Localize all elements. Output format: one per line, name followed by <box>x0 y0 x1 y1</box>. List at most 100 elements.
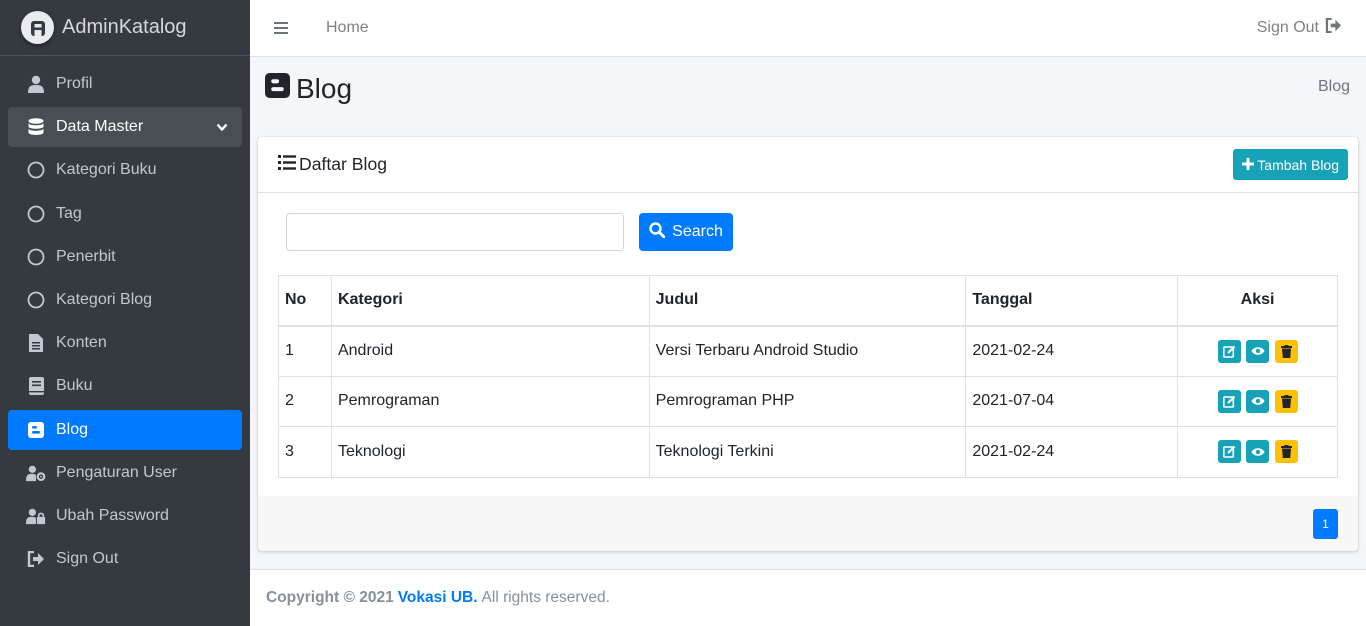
user-lock-icon <box>26 506 46 526</box>
footer-link[interactable]: Vokasi UB. <box>398 589 478 607</box>
database-icon <box>26 117 46 137</box>
edit-icon <box>1222 395 1235 408</box>
delete-button[interactable] <box>1274 389 1298 413</box>
sidebar-item-label: Ubah Password <box>56 506 169 524</box>
nav-link-home[interactable]: Home <box>326 19 369 37</box>
card-header: Daftar Blog Tambah Blog <box>258 137 1358 193</box>
cell-judul: Pemrograman PHP <box>648 375 967 427</box>
cell-kategori: Android <box>330 325 650 377</box>
delete-button[interactable] <box>1274 339 1298 363</box>
sidebar-item-data-master[interactable]: Data Master <box>8 107 242 148</box>
search-input[interactable] <box>286 213 624 251</box>
breadcrumb: Blog <box>1317 78 1350 95</box>
sidebar-item-buku[interactable]: Buku <box>8 366 242 406</box>
edit-button[interactable] <box>1217 389 1241 413</box>
list-icon <box>278 154 299 175</box>
cell-judul: Teknologi Terkini <box>648 426 967 478</box>
card-title-text: Daftar Blog <box>299 154 388 174</box>
brand-link[interactable]: AdminKatalog <box>0 0 250 56</box>
plus-icon <box>1242 157 1257 173</box>
sidebar-item-label: Penerbit <box>56 247 116 265</box>
column-header-judul: Judul <box>648 275 967 327</box>
eye-icon <box>1251 347 1265 355</box>
cell-no: 3 <box>278 426 332 478</box>
sidebar-item-tag[interactable]: Tag <box>8 194 242 234</box>
column-header-aksi: Aksi <box>1177 275 1338 327</box>
sidebar-item-kategori-blog[interactable]: Kategori Blog <box>8 280 242 320</box>
search-icon <box>649 221 672 243</box>
blog-table: No Kategori Judul Tanggal Aksi 1 Android… <box>278 275 1338 478</box>
sidebar-item-kategori-buku[interactable]: Kategori Buku <box>8 150 242 190</box>
sidebar-item-label: Buku <box>56 377 93 395</box>
column-header-no: No <box>278 275 332 327</box>
cell-actions <box>1177 426 1338 478</box>
edit-icon <box>1222 345 1235 358</box>
search-label: Search <box>672 223 723 240</box>
trash-icon <box>1280 344 1292 358</box>
table-header-row: No Kategori Judul Tanggal Aksi <box>278 275 1338 327</box>
circle-icon <box>26 247 46 267</box>
sidebar-item-penerbit[interactable]: Penerbit <box>8 237 242 277</box>
eye-icon <box>1251 397 1265 405</box>
rights-text: All rights reserved. <box>481 589 610 606</box>
sign-out-link[interactable]: Sign Out <box>1257 17 1342 38</box>
sidebar-item-label: Kategori Blog <box>56 290 153 308</box>
blog-list-card: Daftar Blog Tambah Blog Search No Katego… <box>258 137 1358 551</box>
cell-kategori: Teknologi <box>330 426 650 478</box>
search-button[interactable]: Search <box>639 213 733 251</box>
table-row: 3 Teknologi Teknologi Terkini 2021-02-24 <box>278 426 1338 478</box>
cell-actions <box>1177 375 1338 427</box>
add-blog-button[interactable]: Tambah Blog <box>1233 149 1348 180</box>
user-cog-icon <box>26 463 46 483</box>
chevron-down-icon <box>216 119 228 137</box>
sign-out-icon <box>26 549 46 569</box>
sidebar: AdminKatalog Profil Data Master Kategori… <box>0 0 250 626</box>
cell-kategori: Pemrograman <box>330 375 650 427</box>
cell-tanggal: 2021-02-24 <box>965 325 1179 377</box>
sidebar-item-sign-out[interactable]: Sign Out <box>8 539 242 579</box>
cell-tanggal: 2021-07-04 <box>965 375 1179 427</box>
edit-button[interactable] <box>1217 440 1241 464</box>
edit-button[interactable] <box>1217 339 1241 363</box>
card-title: Daftar Blog <box>278 154 387 175</box>
view-button[interactable] <box>1246 339 1270 363</box>
sidebar-item-blog[interactable]: Blog <box>8 409 242 450</box>
user-icon <box>26 74 46 94</box>
top-navbar: Home Sign Out <box>250 0 1366 57</box>
circle-icon <box>26 204 46 224</box>
page-title: Blog <box>265 73 352 105</box>
cell-tanggal: 2021-02-24 <box>965 426 1179 478</box>
add-blog-label: Tambah Blog <box>1257 156 1339 173</box>
edit-icon <box>1222 445 1235 459</box>
sidebar-item-label: Data Master <box>56 118 144 136</box>
sidebar-item-pengaturan-user[interactable]: Pengaturan User <box>8 453 242 493</box>
sidebar-item-konten[interactable]: Konten <box>8 323 242 363</box>
pagination-page-1[interactable]: 1 <box>1313 509 1338 539</box>
cell-no: 1 <box>278 325 332 377</box>
sidebar-item-label: Tag <box>56 204 82 222</box>
view-button[interactable] <box>1246 389 1270 413</box>
card-footer: 1 <box>258 496 1358 551</box>
column-header-tanggal: Tanggal <box>965 275 1179 327</box>
view-button[interactable] <box>1246 440 1270 464</box>
sidebar-item-label: Kategori Buku <box>56 161 157 179</box>
sidebar-item-label: Pengaturan User <box>56 463 177 481</box>
menu-toggle-icon[interactable] <box>274 22 288 34</box>
table-row: 2 Pemrograman Pemrograman PHP 2021-07-04 <box>278 375 1338 427</box>
file-icon <box>26 333 46 353</box>
book-icon <box>26 376 46 396</box>
page-footer: Copyright © 2021 Vokasi UB. All rights r… <box>250 569 1366 626</box>
trash-icon <box>1280 394 1292 408</box>
trash-icon <box>1280 445 1292 459</box>
blogger-icon <box>26 420 46 440</box>
sidebar-item-label: Konten <box>56 334 107 352</box>
cell-actions <box>1177 325 1338 377</box>
sidebar-item-profil[interactable]: Profil <box>8 64 242 104</box>
delete-button[interactable] <box>1274 440 1298 464</box>
circle-icon <box>26 290 46 310</box>
table-row: 1 Android Versi Terbaru Android Studio 2… <box>278 325 1338 377</box>
sidebar-item-label: Sign Out <box>56 550 119 568</box>
brand-name: AdminKatalog <box>62 16 187 38</box>
sidebar-nav: Profil Data Master Kategori Buku Tag Pen… <box>0 56 250 579</box>
sidebar-item-ubah-password[interactable]: Ubah Password <box>8 496 242 536</box>
